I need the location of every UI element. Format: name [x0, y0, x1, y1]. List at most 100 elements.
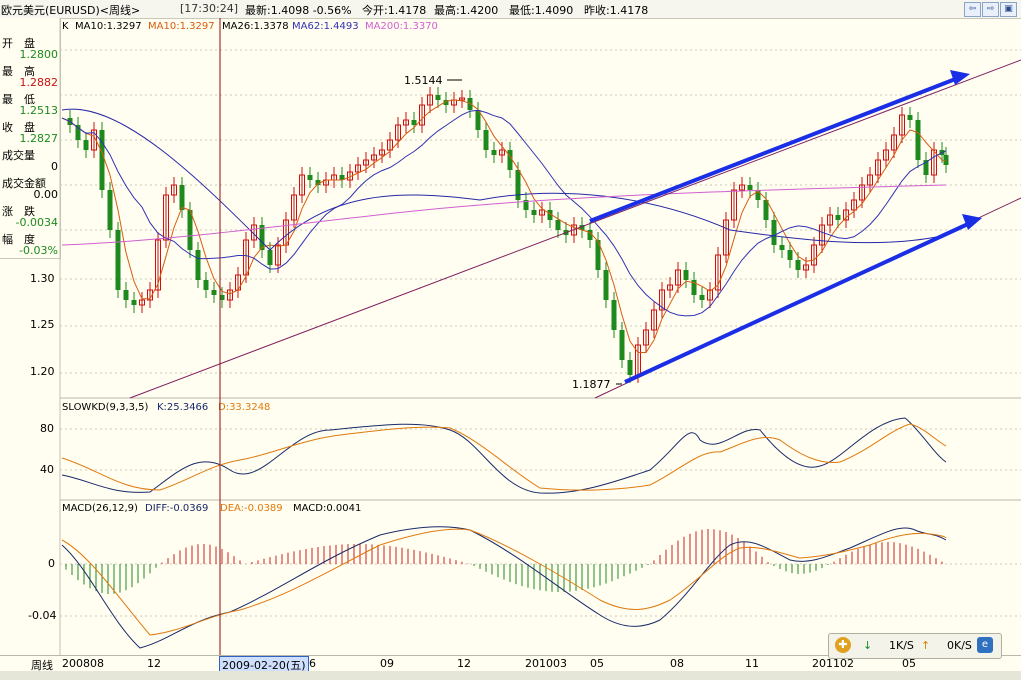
high-annotation: 1.5144 [404, 74, 443, 87]
candle-body [531, 210, 537, 215]
window-icon[interactable]: ▣ [1000, 2, 1017, 17]
change-value: -0.0034 [15, 216, 58, 229]
low-value: 1.2513 [19, 104, 59, 117]
header-low: 最低:1.4090 [509, 4, 574, 17]
kd-tick-40: 40 [40, 463, 54, 476]
kd-d-line [61, 423, 947, 491]
candle-body [907, 115, 913, 120]
candle-body [683, 270, 689, 280]
candle-body [315, 180, 321, 185]
range-value: -0.03% [19, 244, 58, 257]
candle-body [275, 244, 281, 266]
candle-body [915, 120, 921, 160]
candle-body [203, 280, 209, 290]
candle-body [643, 329, 649, 346]
candle-body [731, 189, 737, 221]
candle-body [763, 200, 769, 220]
candle-body [163, 194, 169, 241]
candle-body [299, 174, 305, 196]
volume-label: 成交量 [2, 149, 35, 162]
candle-body [819, 224, 825, 246]
candle-body [155, 239, 161, 291]
candle-body [227, 289, 233, 301]
ma10-line [61, 99, 947, 353]
candle-body [739, 184, 745, 191]
candle-body [787, 250, 793, 260]
time-tick-5: 201003 [525, 657, 567, 670]
candle-body [699, 295, 705, 300]
chart-title: 欧元美元(EURUSD)<周线> [1, 4, 141, 17]
candle-body [571, 224, 577, 236]
candle-body [467, 98, 473, 110]
down-arrow-icon: ↓ [863, 639, 873, 652]
candle-body [707, 289, 713, 301]
candle-body [943, 155, 949, 165]
candle-body [659, 289, 665, 311]
time-tick-2: 6 [309, 657, 316, 670]
channel-upper-arrow [589, 76, 959, 223]
candle-body [627, 360, 633, 375]
bar-info-panel: 开 盘 1.2800 最 高 1.2882 最 低 1.2513 收 盘 1.2… [0, 18, 61, 259]
candle-body [931, 149, 937, 176]
legend-ma200: MA200:1.3370 [365, 21, 438, 32]
time-tick-0: 200808 [62, 657, 104, 670]
candle-body [363, 159, 369, 166]
candle-body [523, 200, 529, 210]
candle-body [451, 99, 457, 106]
candle-body [443, 100, 449, 105]
candle-body [515, 170, 521, 200]
candle-body [563, 230, 569, 235]
channel-lower-arrow [624, 222, 969, 384]
candle-body [427, 94, 433, 106]
candle-body [667, 284, 673, 291]
candle-body [75, 125, 81, 140]
candle-body [675, 269, 681, 286]
candle-body [859, 184, 865, 201]
time-tick-8: 11 [745, 657, 759, 670]
open-value: 1.2800 [19, 48, 59, 61]
candle-body [115, 230, 121, 290]
status-bar [0, 671, 1021, 680]
candle-body [747, 185, 753, 190]
candle-body [579, 225, 585, 230]
low-annotation: 1.1877 [572, 378, 611, 391]
header-high: 最高:1.4200 [434, 4, 499, 17]
candle-body [547, 210, 553, 220]
legend-ma26: MA26:1.3378 [222, 21, 289, 32]
candle-body [555, 220, 561, 230]
candle-body [939, 150, 945, 155]
macd-diff-line [61, 526, 947, 649]
candle-body [491, 150, 497, 155]
candle-body [795, 260, 801, 270]
candle-body [179, 185, 185, 210]
candle-body [283, 219, 289, 246]
candle-body [835, 215, 841, 220]
kd-k-line [61, 417, 947, 494]
candle-body [811, 244, 817, 266]
candle-body [387, 139, 393, 151]
candle-body [771, 220, 777, 245]
candle-body [843, 209, 849, 221]
candle-body [187, 210, 193, 250]
volume-value: 0 [51, 160, 58, 173]
macd-value: MACD:0.0041 [293, 503, 362, 514]
ma26-line [61, 109, 947, 317]
candle-body [171, 184, 177, 196]
next-arrow-icon[interactable]: ⇨ [982, 2, 999, 17]
prev-arrow-icon[interactable]: ⇦ [964, 2, 981, 17]
candle-body [891, 134, 897, 151]
candle-body [715, 254, 721, 291]
price-tick-125: 1.25 [30, 318, 55, 331]
upload-speed: 0K/S [947, 639, 972, 652]
channel-lower-arrowhead [962, 214, 982, 230]
candle-body [411, 120, 417, 125]
candle-body [651, 309, 657, 331]
quote-header: 欧元美元(EURUSD)<周线> [17:30:24] 最新:1.4098 -0… [0, 0, 1021, 19]
macd-tick-0: 0 [48, 557, 55, 570]
price-chart[interactable]: 1.5144 1.1877 [0, 0, 1021, 680]
candle-body [91, 129, 97, 151]
candle-body [619, 330, 625, 360]
browser-icon[interactable]: e [977, 637, 993, 653]
add-icon[interactable]: ✚ [835, 637, 851, 653]
macd-dea-line [61, 528, 947, 636]
